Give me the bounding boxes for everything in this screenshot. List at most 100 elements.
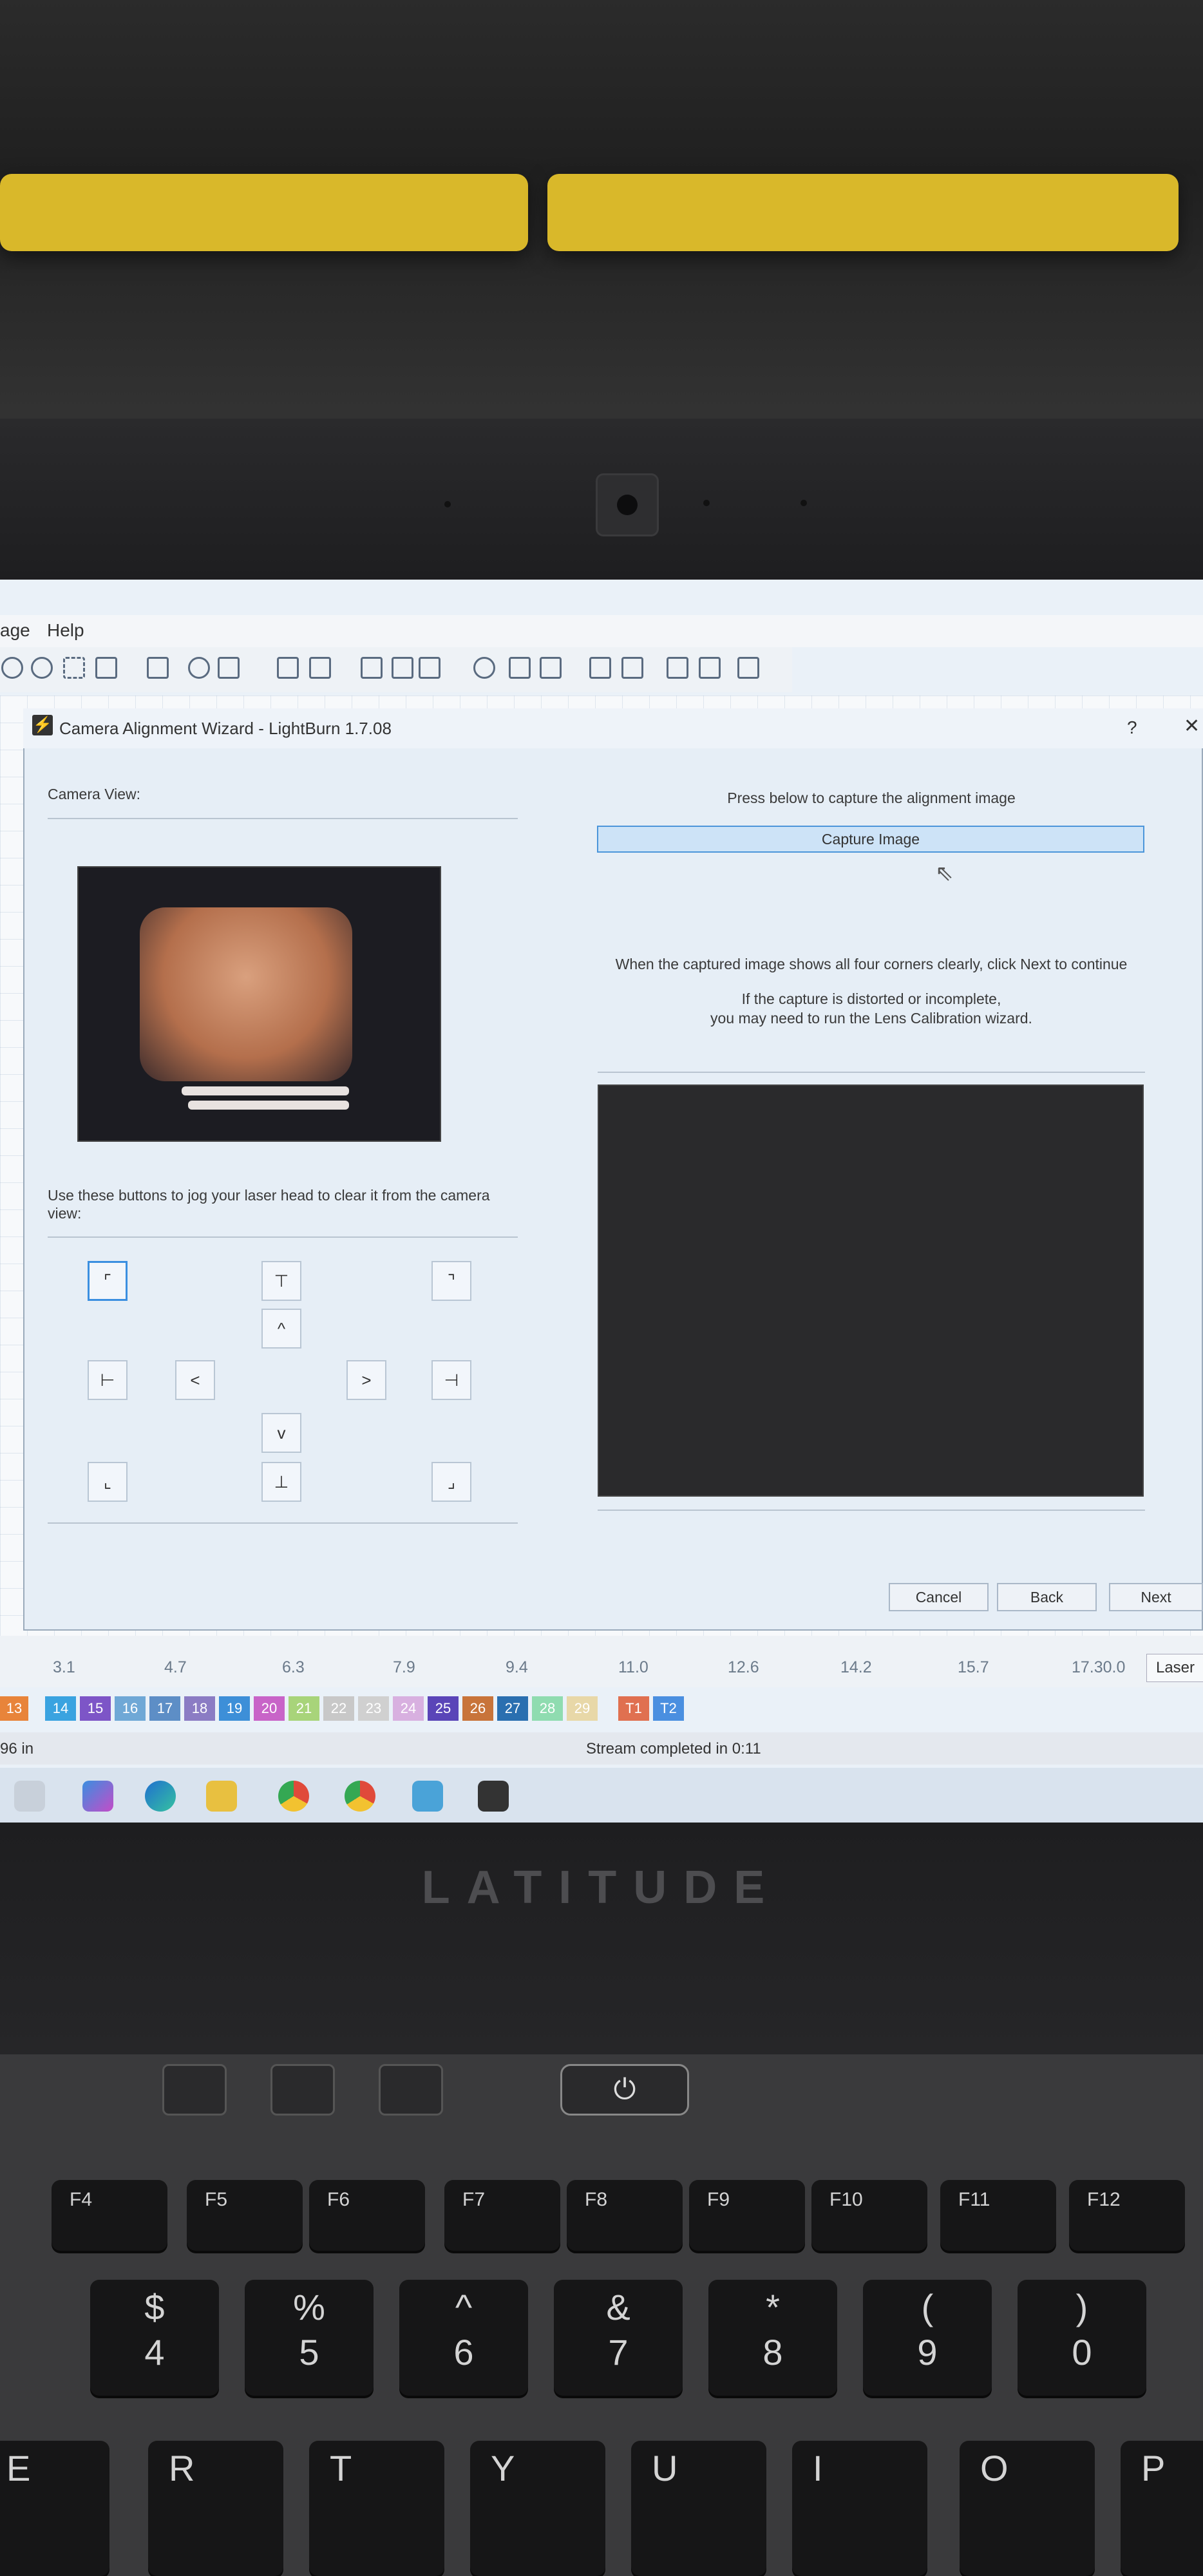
palette-swatch[interactable]: T2 — [653, 1696, 684, 1721]
lightburn-taskbar-icon[interactable] — [478, 1781, 509, 1812]
next-button[interactable]: Next — [1109, 1583, 1203, 1611]
cancel-button[interactable]: Cancel — [889, 1583, 989, 1611]
number-key[interactable]: & 7 — [554, 2280, 683, 2396]
zoom-in-icon[interactable] — [1, 657, 23, 679]
chrome-icon[interactable] — [278, 1781, 309, 1812]
move-bottom-right-button[interactable]: ⌟ — [431, 1462, 471, 1502]
camera-icon[interactable] — [95, 657, 117, 679]
letter-key[interactable]: I — [792, 2441, 927, 2576]
palette-swatch[interactable]: 26 — [462, 1696, 493, 1721]
palette-swatch[interactable]: 20 — [254, 1696, 285, 1721]
select-frame-icon[interactable] — [63, 657, 85, 679]
flip-icon[interactable] — [392, 657, 413, 679]
distort-note-line-2: you may need to run the Lens Calibration… — [710, 1010, 1032, 1027]
move-top-left-button[interactable]: ⌜ — [88, 1261, 128, 1301]
palette-swatch[interactable]: 14 — [45, 1696, 76, 1721]
palette-swatch[interactable]: 13 — [0, 1696, 28, 1721]
menu-item-help[interactable]: Help — [47, 620, 84, 641]
number-key[interactable]: ) 0 — [1018, 2280, 1146, 2396]
number-key[interactable]: % 5 — [245, 2280, 374, 2396]
palette-swatch[interactable]: 16 — [115, 1696, 146, 1721]
function-key[interactable]: F6 — [309, 2180, 425, 2251]
tools-icon[interactable] — [218, 657, 240, 679]
letter-key[interactable]: P — [1121, 2441, 1203, 2576]
settings-icon[interactable] — [188, 657, 210, 679]
menu-item-page[interactable]: age — [0, 620, 30, 641]
jog-right-button[interactable]: > — [346, 1360, 386, 1400]
palette-swatch[interactable]: 29 — [567, 1696, 598, 1721]
palette-swatch[interactable]: 17 — [149, 1696, 180, 1721]
palette-swatch[interactable]: T1 — [618, 1696, 649, 1721]
move-middle-right-button[interactable]: ⊣ — [431, 1360, 471, 1400]
center-icon[interactable] — [737, 657, 759, 679]
close-button[interactable]: ✕ — [1184, 715, 1200, 737]
move-top-center-button[interactable]: ⊤ — [261, 1261, 301, 1301]
volume-down-key-icon[interactable] — [270, 2064, 335, 2116]
chrome-profile-icon[interactable] — [345, 1781, 375, 1812]
edge-browser-icon[interactable] — [145, 1781, 176, 1812]
capture-image-button[interactable]: Capture Image — [597, 826, 1144, 853]
ungroup-icon[interactable] — [540, 657, 562, 679]
pen-icon[interactable] — [419, 657, 440, 679]
palette-swatch[interactable]: 18 — [184, 1696, 215, 1721]
letter-key[interactable]: Y — [470, 2441, 605, 2576]
distribute-icon[interactable] — [621, 657, 643, 679]
back-button[interactable]: Back — [997, 1583, 1097, 1611]
palette-swatch[interactable]: 15 — [80, 1696, 111, 1721]
number-key[interactable]: $4 — [90, 2280, 219, 2396]
power-button-icon[interactable]: ⏻ — [560, 2064, 689, 2116]
mirror-icon[interactable] — [361, 657, 383, 679]
mute-key-icon[interactable] — [162, 2064, 227, 2116]
volume-up-key-icon[interactable] — [379, 2064, 443, 2116]
letter-key[interactable]: U — [631, 2441, 766, 2576]
target-icon[interactable] — [473, 657, 495, 679]
move-bottom-center-button[interactable]: ⊥ — [261, 1462, 301, 1502]
move-bottom-left-button[interactable]: ⌞ — [88, 1462, 128, 1502]
palette-swatch[interactable]: 21 — [289, 1696, 319, 1721]
function-key[interactable]: F7 — [444, 2180, 560, 2251]
zoom-out-icon[interactable] — [31, 657, 53, 679]
function-key[interactable]: F12 — [1069, 2180, 1185, 2251]
monitor-icon[interactable] — [147, 657, 169, 679]
palette-swatch[interactable]: 22 — [323, 1696, 354, 1721]
copilot-icon[interactable] — [82, 1781, 113, 1812]
palette-swatch[interactable]: 28 — [532, 1696, 563, 1721]
number-key[interactable]: * 8 — [708, 2280, 837, 2396]
lightburn-logo-icon: ⚡ — [32, 715, 53, 735]
palette-swatch[interactable]: 24 — [393, 1696, 424, 1721]
palette-swatch[interactable]: 25 — [428, 1696, 459, 1721]
group-icon[interactable] — [509, 657, 531, 679]
letter-key[interactable]: O — [960, 2441, 1095, 2576]
function-key[interactable]: F11 — [940, 2180, 1056, 2251]
move-middle-left-button[interactable]: ⊢ — [88, 1360, 128, 1400]
function-key[interactable]: F5 — [187, 2180, 303, 2251]
letter-key[interactable]: E — [0, 2441, 109, 2576]
function-key[interactable]: F9 — [689, 2180, 805, 2251]
app-window-icon[interactable] — [412, 1781, 443, 1812]
spacing-icon[interactable] — [699, 657, 721, 679]
function-key[interactable]: F8 — [567, 2180, 683, 2251]
jog-down-button[interactable]: v — [261, 1413, 301, 1453]
palette-swatch[interactable]: 27 — [497, 1696, 528, 1721]
jog-left-button[interactable]: < — [175, 1360, 215, 1400]
function-key[interactable]: F4 — [52, 2180, 167, 2251]
letter-key[interactable]: R — [148, 2441, 283, 2576]
palette-swatch[interactable]: 19 — [219, 1696, 250, 1721]
person-icon[interactable] — [309, 657, 331, 679]
file-explorer-icon[interactable] — [206, 1781, 237, 1812]
taskview-icon[interactable] — [14, 1781, 45, 1812]
align-icon[interactable] — [589, 657, 611, 679]
users-icon[interactable] — [277, 657, 299, 679]
help-button[interactable]: ? — [1127, 717, 1137, 738]
jog-up-button[interactable]: ^ — [261, 1309, 301, 1349]
ruler-tick: 4.7 — [164, 1658, 187, 1676]
number-key[interactable]: (9 — [863, 2280, 992, 2396]
number-key[interactable]: ^ 6 — [399, 2280, 528, 2396]
ruler-tick: 15.7 — [958, 1658, 989, 1676]
function-key[interactable]: F10 — [811, 2180, 927, 2251]
palette-swatch[interactable]: 23 — [358, 1696, 389, 1721]
move-top-right-button[interactable]: ⌝ — [431, 1261, 471, 1301]
arrange-icon[interactable] — [667, 657, 688, 679]
laser-tab[interactable]: Laser — [1146, 1654, 1203, 1682]
letter-key[interactable]: T — [309, 2441, 444, 2576]
